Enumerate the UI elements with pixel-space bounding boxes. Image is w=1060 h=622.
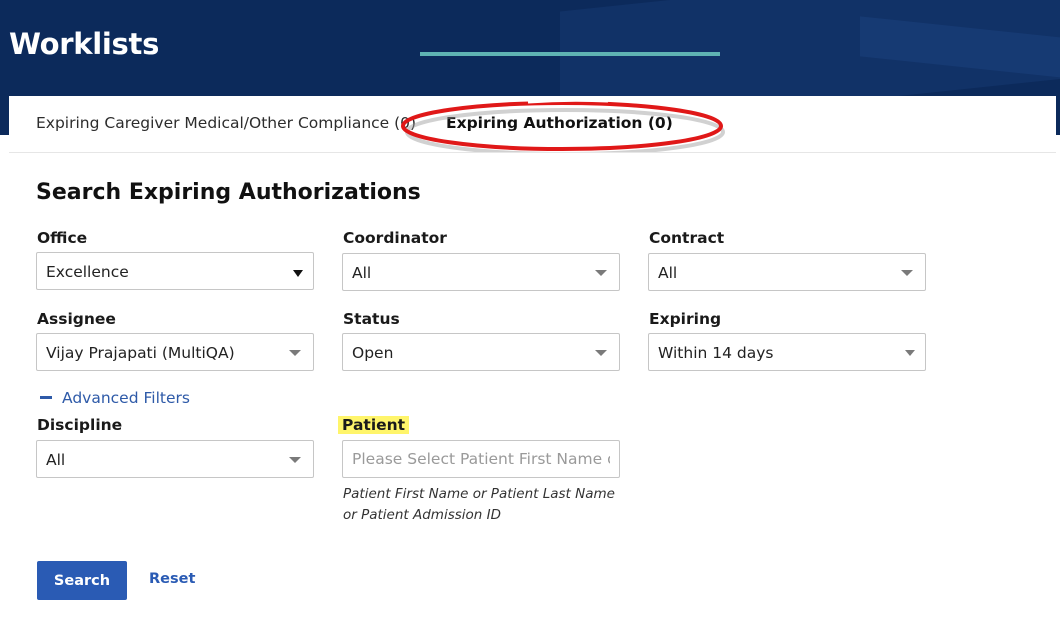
patient-help-text: Patient First Name or Patient Last Name …: [343, 486, 615, 523]
advanced-filters-label: Advanced Filters: [62, 389, 190, 407]
reset-button[interactable]: Reset: [149, 571, 195, 587]
status-select[interactable]: Open: [342, 333, 620, 371]
page-title: Worklists: [9, 27, 160, 61]
tab-bar: Expiring Caregiver Medical/Other Complia…: [9, 96, 1056, 152]
search-button[interactable]: Search: [37, 561, 127, 600]
chevron-down-icon: [289, 457, 301, 463]
discipline-value: All: [46, 451, 66, 469]
expiring-select[interactable]: Within 14 days: [648, 333, 926, 371]
chevron-down-icon: [595, 270, 607, 276]
status-value: Open: [352, 344, 394, 362]
chevron-down-icon: [901, 270, 913, 276]
office-label: Office: [37, 229, 88, 247]
assignee-value: Vijay Prajapati (MultiQA): [46, 344, 235, 362]
expiring-value: Within 14 days: [658, 344, 774, 362]
advanced-filters-toggle[interactable]: Advanced Filters: [40, 389, 190, 407]
assignee-label: Assignee: [37, 310, 116, 328]
tab-expiring-authorization[interactable]: Expiring Authorization (0): [419, 96, 739, 152]
active-tab-indicator: [420, 52, 720, 56]
patient-label-text: Patient: [338, 416, 410, 434]
chevron-down-icon: [595, 350, 607, 356]
discipline-label: Discipline: [37, 416, 123, 434]
expiring-label: Expiring: [649, 310, 722, 328]
contract-select[interactable]: All: [648, 253, 926, 291]
coordinator-value: All: [352, 264, 372, 282]
chevron-down-icon: [289, 350, 301, 356]
contract-value: All: [658, 264, 678, 282]
patient-input[interactable]: [342, 440, 620, 478]
patient-label: Patient: [338, 416, 410, 434]
discipline-select[interactable]: All: [36, 440, 314, 478]
tab-expiring-compliance[interactable]: Expiring Caregiver Medical/Other Complia…: [36, 96, 416, 152]
office-select[interactable]: Excellence: [36, 252, 314, 290]
office-value: Excellence: [46, 263, 129, 281]
minus-icon: [40, 396, 52, 399]
status-label: Status: [343, 310, 400, 328]
search-panel: [9, 152, 1056, 622]
chevron-down-icon: [293, 270, 303, 277]
chevron-down-icon: [905, 350, 915, 356]
coordinator-label: Coordinator: [343, 229, 447, 247]
contract-label: Contract: [649, 229, 725, 247]
section-title: Search Expiring Authorizations: [36, 180, 421, 205]
coordinator-select[interactable]: All: [342, 253, 620, 291]
assignee-select[interactable]: Vijay Prajapati (MultiQA): [36, 333, 314, 371]
